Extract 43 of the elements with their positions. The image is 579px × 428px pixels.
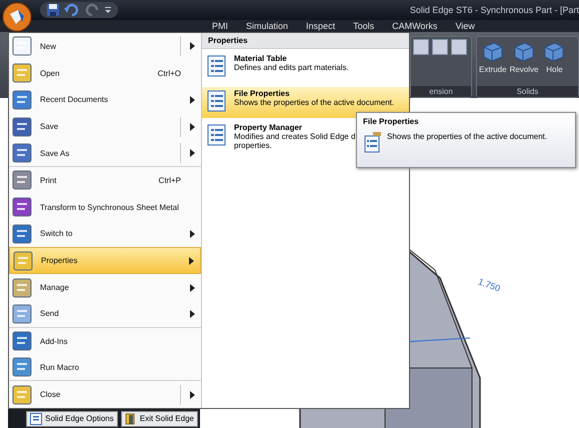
ribbon-tab[interactable]: Simulation: [246, 21, 288, 31]
window-title: Solid Edge ST6 - Synchronous Part - [Part: [410, 5, 579, 15]
ribbon-tab[interactable]: CAMWorks: [392, 21, 438, 31]
dimension-label: 1.750: [476, 276, 502, 294]
menu-item[interactable]: Properties: [9, 247, 201, 274]
document-list-icon: [363, 132, 383, 154]
menu-item[interactable]: Print Ctrl+P: [9, 166, 201, 194]
menu-item[interactable]: Send: [9, 300, 201, 328]
submenu-item[interactable]: Material Table Defines and edits part materials.: [202, 52, 409, 83]
menu-item[interactable]: Save As: [9, 140, 201, 167]
submenu-title: Properties: [202, 33, 409, 49]
menu-item[interactable]: Add-Ins: [9, 328, 201, 355]
application-button[interactable]: [2, 2, 32, 32]
ribbon-tab[interactable]: Inspect: [306, 21, 336, 31]
tooltip-text: Shows the properties of the active document.: [387, 132, 548, 141]
menu-item[interactable]: Manage: [9, 274, 201, 301]
tool-icon[interactable]: [413, 39, 429, 55]
ribbon-tab[interactable]: PMI: [212, 21, 228, 31]
tool-icon[interactable]: [451, 39, 467, 55]
menu-item[interactable]: Switch to: [9, 220, 201, 248]
ribbon-tab[interactable]: Tools: [353, 21, 374, 31]
menu-item[interactable]: Recent Documents: [9, 86, 201, 114]
options-button[interactable]: Solid Edge Options: [26, 410, 118, 427]
tool-icon[interactable]: [432, 39, 448, 55]
ribbon-button[interactable]: Revolve: [510, 39, 538, 84]
exit-button[interactable]: Exit Solid Edge: [120, 410, 198, 427]
menu-item[interactable]: Close: [9, 381, 201, 408]
list-icon: [30, 412, 42, 425]
customize-icon[interactable]: [104, 6, 112, 14]
ribbon-tab[interactable]: View: [455, 21, 475, 31]
menu-item[interactable]: Transform to Synchronous Sheet Metal: [9, 194, 201, 221]
group-label: Solids: [477, 86, 578, 97]
group-label: ension: [411, 86, 471, 97]
ribbon-button[interactable]: Hole: [541, 39, 568, 84]
save-icon[interactable]: [46, 3, 60, 17]
menu-item[interactable]: Save: [9, 113, 201, 140]
door-icon: [124, 412, 137, 425]
menu-item[interactable]: Run Macro: [9, 354, 201, 382]
tooltip-title: File Properties: [363, 117, 420, 126]
submenu-item[interactable]: File Properties Shows the properties of the active document.: [202, 87, 409, 118]
ribbon-button[interactable]: Extrude: [479, 39, 507, 84]
menu-item[interactable]: Open Ctrl+O: [9, 60, 201, 87]
menu-item[interactable]: New: [9, 33, 201, 60]
